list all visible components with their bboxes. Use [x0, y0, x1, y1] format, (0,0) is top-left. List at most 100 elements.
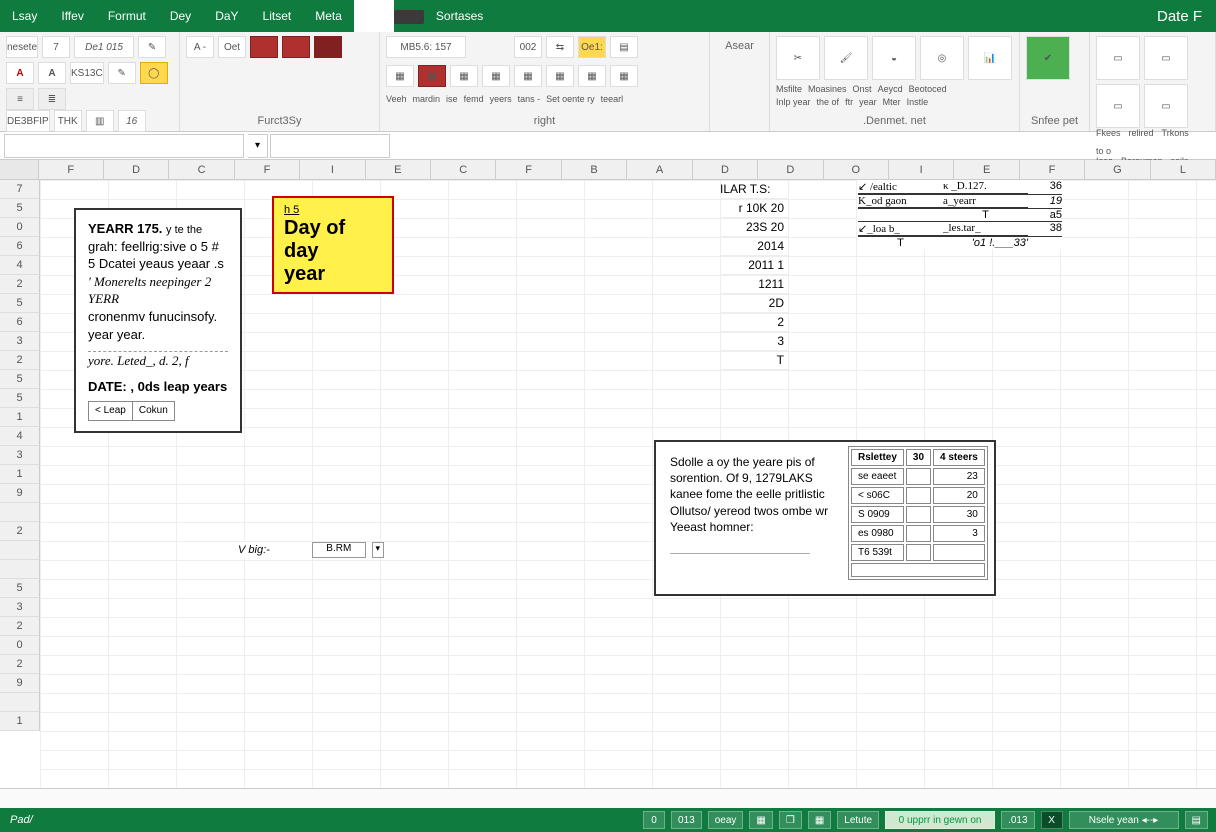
tab-dey[interactable]: Dey — [158, 0, 203, 32]
row-header[interactable]: 0 — [0, 218, 40, 237]
row-header[interactable]: 9 — [0, 484, 40, 503]
row-header[interactable]: 3 — [0, 598, 40, 617]
callout-day-of-year[interactable]: h 5 Day of day year — [272, 196, 394, 294]
tab-meta[interactable]: Meta — [303, 0, 354, 32]
tab-active-blank[interactable] — [354, 0, 394, 32]
status-013b[interactable]: .013 — [1001, 811, 1034, 829]
font-a-icon[interactable]: A — [6, 62, 34, 84]
row-header[interactable]: 5 — [0, 199, 40, 218]
grid2-icon[interactable]: ▦ — [450, 65, 478, 87]
cell-d5[interactable]: 2011 1 — [720, 256, 788, 275]
brush-icon[interactable]: 🖌 — [824, 36, 868, 80]
name-box-dropdown[interactable]: ▾ — [248, 134, 268, 158]
grid1-icon[interactable]: ▦ — [386, 65, 414, 87]
fill-red2-icon[interactable] — [282, 36, 310, 58]
form-input-brm[interactable]: B.RM — [312, 542, 366, 558]
align-right-icon[interactable]: ≣ — [38, 88, 66, 110]
table-right[interactable]: ↙ /ealtic κ _D.127. 36 K_od gaon a_yearr… — [858, 180, 1062, 249]
col-header[interactable]: D — [758, 160, 823, 179]
table-style-icon[interactable]: ▤ — [610, 36, 638, 58]
status-x[interactable]: X — [1041, 811, 1063, 829]
scissors-icon[interactable]: ✂ — [776, 36, 820, 80]
col-header[interactable]: F — [235, 160, 300, 179]
ribbon-thk[interactable]: THK — [54, 110, 82, 132]
status-corner-icon[interactable]: ▤ — [1185, 811, 1208, 829]
cell-d3[interactable]: 23S 20 — [720, 218, 788, 237]
spreadsheet-grid[interactable]: F D C F I E C F B A D D O I E F G L 7 5 … — [0, 160, 1216, 788]
sheet4-icon[interactable]: ▭ — [1144, 84, 1188, 128]
col-header[interactable]: D — [693, 160, 758, 179]
fill-red1-icon[interactable] — [250, 36, 278, 58]
col-header[interactable]: E — [954, 160, 1019, 179]
name-box[interactable] — [4, 134, 244, 158]
status-btn-013[interactable]: 013 — [671, 811, 702, 829]
formula-input[interactable] — [270, 134, 390, 158]
tab-sortases[interactable]: Sortases — [424, 0, 495, 32]
row-header[interactable]: 5 — [0, 370, 40, 389]
highlight-icon[interactable]: ◯ — [140, 62, 168, 84]
fill-darkred-icon[interactable] — [314, 36, 342, 58]
col-header[interactable]: G — [1085, 160, 1150, 179]
cell-d7[interactable]: 2D — [720, 294, 788, 313]
row-header[interactable]: 6 — [0, 237, 40, 256]
eraser-icon[interactable]: ◒ — [872, 36, 916, 80]
grid-red-icon[interactable]: ▦ — [418, 65, 446, 87]
row-header[interactable]: 2 — [0, 617, 40, 636]
row-header[interactable]: 4 — [0, 256, 40, 275]
tab-lsay[interactable]: Lsay — [0, 0, 49, 32]
col-header[interactable]: I — [889, 160, 954, 179]
row-header[interactable]: 4 — [0, 427, 40, 446]
col-header[interactable]: B — [562, 160, 627, 179]
row-header[interactable] — [0, 541, 40, 560]
row-header[interactable]: 2 — [0, 275, 40, 294]
status-nsele[interactable]: Nsele yean ◂--▸ — [1069, 811, 1179, 829]
tb-btn-leap[interactable]: < Leap — [89, 402, 133, 420]
ribbon-oet[interactable]: Oet — [218, 36, 246, 58]
font-a2-icon[interactable]: A — [38, 62, 66, 84]
col-header[interactable]: L — [1151, 160, 1216, 179]
cell-d1[interactable]: ILAR T.S: — [720, 180, 788, 199]
textbox-year-notes[interactable]: YEARR 175. y te the grah: feellrig:sive … — [74, 208, 242, 433]
row-header[interactable]: 9 — [0, 674, 40, 693]
align-icon[interactable]: ≡ — [6, 88, 34, 110]
col-header[interactable]: E — [366, 160, 431, 179]
tab-formut[interactable]: Formut — [96, 0, 158, 32]
chart-icon[interactable]: 📊 — [968, 36, 1012, 80]
row-header[interactable]: 2 — [0, 522, 40, 541]
row-header[interactable]: 0 — [0, 636, 40, 655]
col-header[interactable]: F — [496, 160, 561, 179]
form-dropdown-icon[interactable]: ▾ — [372, 542, 384, 558]
col-header[interactable]: C — [431, 160, 496, 179]
grid5-icon[interactable]: ▦ — [546, 65, 574, 87]
status-btn-oeay[interactable]: oeay — [708, 811, 744, 829]
grid6-icon[interactable]: ▦ — [578, 65, 606, 87]
ribbon-oe1[interactable]: Oe1: — [578, 36, 606, 58]
ribbon-de3bfip[interactable]: DE3BFIP — [6, 110, 50, 132]
row-header[interactable]: 1 — [0, 465, 40, 484]
col-header[interactable]: C — [169, 160, 234, 179]
col-header[interactable]: F — [1020, 160, 1085, 179]
row-header[interactable]: 1 — [0, 712, 40, 731]
ribbon-btn-nesete[interactable]: nesete — [6, 36, 38, 58]
col-header[interactable]: O — [824, 160, 889, 179]
tab-day[interactable]: DaY — [203, 0, 250, 32]
row-header[interactable]: 2 — [0, 655, 40, 674]
row-header[interactable]: 3 — [0, 332, 40, 351]
sheet3-icon[interactable]: ▭ — [1096, 84, 1140, 128]
row-header[interactable]: 5 — [0, 389, 40, 408]
num-16-icon[interactable]: 16 — [118, 110, 146, 132]
cell-d2[interactable]: r 10K 20 — [720, 199, 788, 218]
wrap1-icon[interactable]: ⇆ — [546, 36, 574, 58]
tab-dark[interactable] — [394, 10, 424, 24]
grid4-icon[interactable]: ▦ — [514, 65, 542, 87]
row-header[interactable] — [0, 560, 40, 579]
grid3-icon[interactable]: ▦ — [482, 65, 510, 87]
row-header[interactable]: 3 — [0, 446, 40, 465]
tab-litset[interactable]: Litset — [251, 0, 304, 32]
cell-d8[interactable]: 2 — [720, 313, 788, 332]
col-header[interactable]: D — [104, 160, 169, 179]
row-header[interactable]: 5 — [0, 294, 40, 313]
cell-d6[interactable]: 1211 — [720, 275, 788, 294]
ribbon-ks[interactable]: KS13C — [70, 62, 104, 84]
tab-iffev[interactable]: Iffev — [49, 0, 95, 32]
